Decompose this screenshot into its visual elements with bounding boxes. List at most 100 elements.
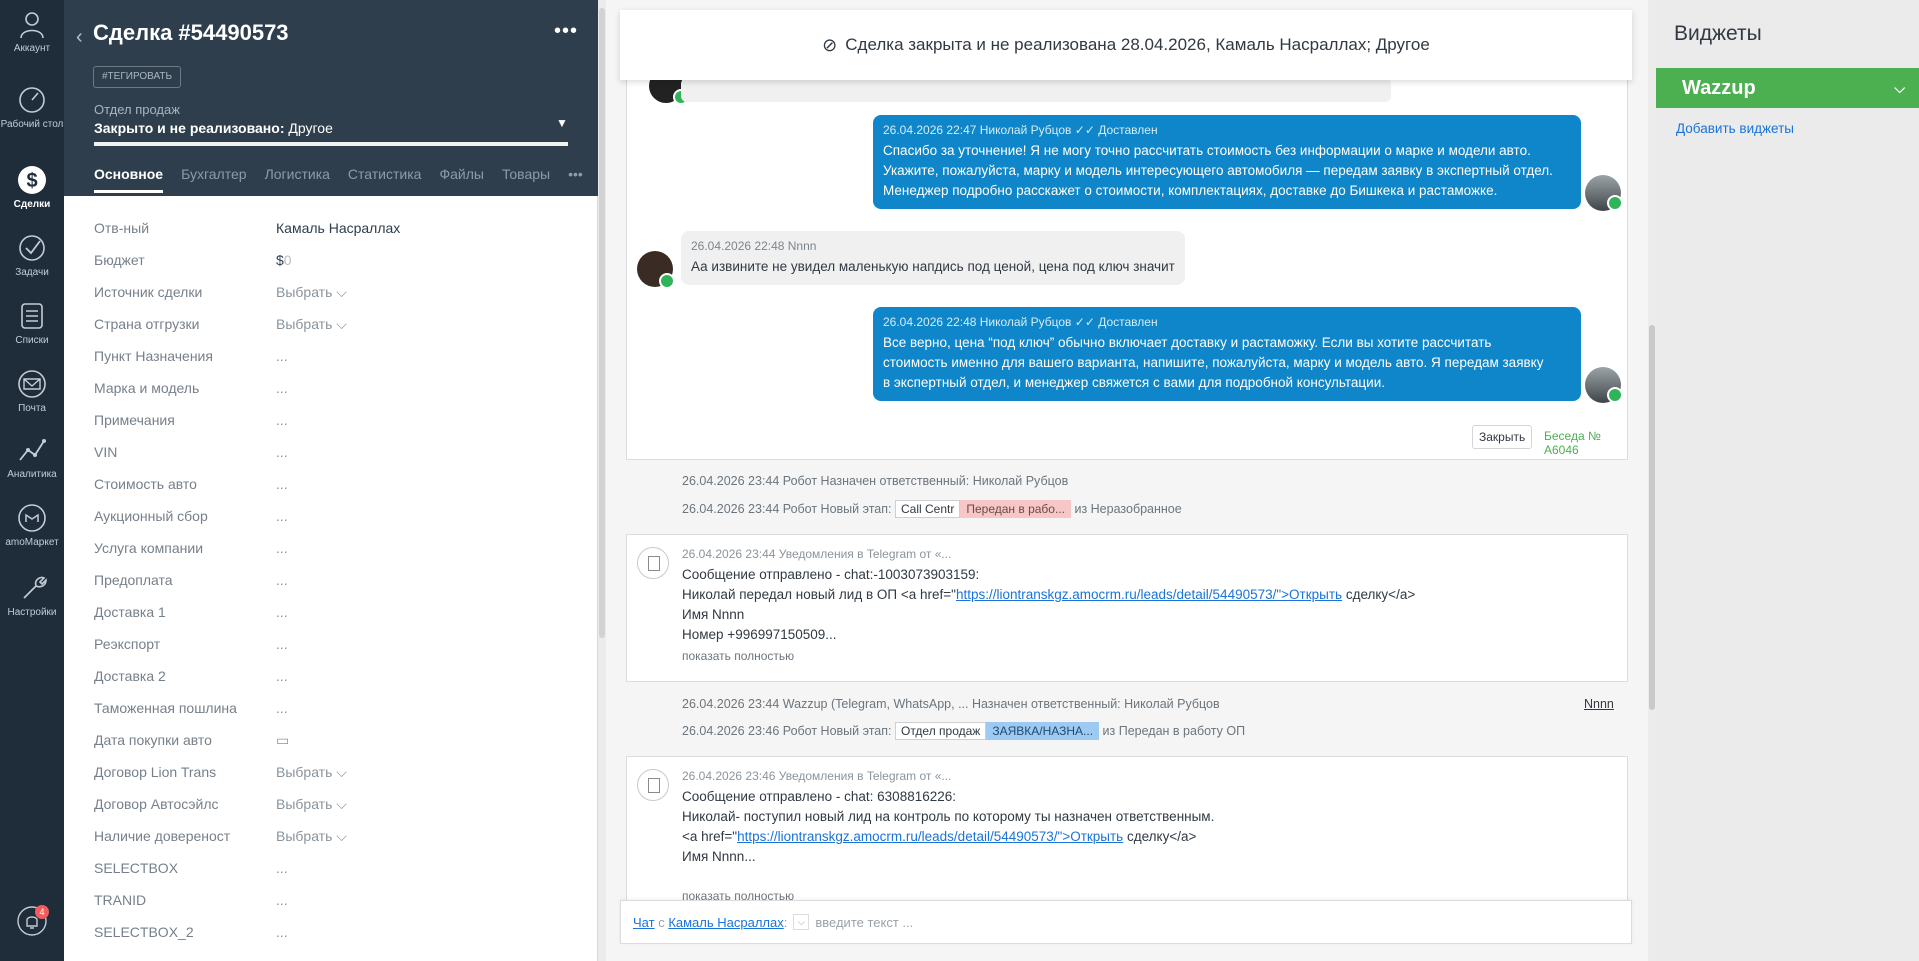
- lead-scrollbar-thumb[interactable]: [599, 8, 605, 638]
- message-outgoing: 26.04.2026 22:47 Николай Рубцов ✓✓ Доста…: [873, 115, 1581, 209]
- tab-main[interactable]: Основное: [94, 166, 164, 193]
- field-row: Примечания...: [94, 404, 574, 436]
- field-value[interactable]: ...: [276, 700, 288, 716]
- note-icon: [637, 769, 669, 801]
- tasks-icon: [19, 235, 45, 261]
- note-line: Имя Nnnn: [682, 607, 745, 622]
- show-more-link[interactable]: показать полностью: [682, 649, 794, 663]
- field-label: Договор Lion Trans: [94, 764, 217, 780]
- tabs-more-button[interactable]: •••: [568, 166, 583, 190]
- field-value[interactable]: ...: [276, 380, 288, 396]
- field-value[interactable]: ...: [276, 348, 288, 364]
- field-value[interactable]: ...: [276, 540, 288, 556]
- nav-item-mail[interactable]: Почта: [0, 368, 64, 414]
- dashboard-icon: [19, 87, 45, 113]
- chevron-down-icon[interactable]: ▼: [556, 116, 568, 130]
- field-row: Договор Автосэйлс Выбрать ⌵: [94, 788, 574, 820]
- field-value[interactable]: ...: [276, 604, 288, 620]
- field-label: Отв-ный: [94, 220, 150, 236]
- nav-item-account[interactable]: Аккаунт: [0, 8, 64, 54]
- nav-label: Настройки: [7, 607, 57, 618]
- nav-item-market[interactable]: amoМаркет: [0, 502, 64, 548]
- nav-label: Списки: [15, 335, 49, 346]
- note-text: Николай передал новый лид в ОП <a href=": [682, 587, 956, 602]
- message-line: в экспертный отдел, и менеджер свяжется …: [883, 375, 1385, 390]
- field-label: Таможенная пошлина: [94, 700, 237, 716]
- message-input[interactable]: введите текст ...: [815, 915, 913, 930]
- field-label: VIN: [94, 444, 118, 460]
- conversation-link[interactable]: Беседа № A6046: [1544, 429, 1627, 457]
- nav-item-analytics[interactable]: Аналитика: [0, 434, 64, 480]
- lead-link[interactable]: https://liontranskgz.amocrm.ru/leads/det…: [956, 587, 1342, 602]
- nav-item-settings[interactable]: Настройки: [0, 572, 64, 618]
- note-text: <a href=": [682, 829, 738, 844]
- chat-input-bar[interactable]: Чат с Камаль Насраллах : ⌵ введите текст…: [620, 900, 1632, 944]
- field-value[interactable]: ...: [276, 444, 288, 460]
- close-conversation-button[interactable]: Закрыть: [1472, 425, 1533, 449]
- field-value[interactable]: $: [276, 252, 284, 268]
- field-select[interactable]: Выбрать ⌵: [276, 284, 347, 301]
- field-value[interactable]: ...: [276, 412, 288, 428]
- field-label: Наличие довереност: [94, 828, 231, 844]
- field-select[interactable]: Выбрать ⌵: [276, 828, 347, 845]
- note-line: Сообщение отправлено - chat:-10030739031…: [682, 567, 980, 582]
- field-row: Страна отгрузки Выбрать ⌵: [94, 308, 574, 340]
- chevron-down-icon[interactable]: ⌵: [793, 914, 810, 930]
- field-row: Марка и модель...: [94, 372, 574, 404]
- field-row: TRANID...: [94, 884, 574, 916]
- pipeline-name: Отдел продаж: [94, 102, 180, 117]
- event-text: 26.04.2026 23:44 Робот Новый этап:: [682, 502, 892, 516]
- field-row: Бюджет $0: [94, 244, 574, 276]
- more-actions-button[interactable]: •••: [554, 20, 578, 43]
- field-label: Пункт Назначения: [94, 348, 213, 364]
- field-select[interactable]: Выбрать ⌵: [276, 764, 347, 781]
- contact-link[interactable]: Камаль Насраллах: [668, 915, 783, 930]
- field-value[interactable]: Камаль Насраллах: [276, 220, 400, 236]
- nav-item-tasks[interactable]: Задачи: [0, 232, 64, 278]
- field-select[interactable]: Выбрать ⌵: [276, 316, 347, 333]
- lead-link[interactable]: https://liontranskgz.amocrm.ru/leads/det…: [737, 829, 1123, 844]
- field-row: SELECTBOX...: [94, 852, 574, 884]
- nav-item-lists[interactable]: Списки: [0, 300, 64, 346]
- field-label: Услуга компании: [94, 540, 204, 556]
- field-value[interactable]: ...: [276, 572, 288, 588]
- nav-item-dashboard[interactable]: Рабочий стол: [0, 84, 64, 130]
- add-widgets-link[interactable]: Добавить виджеты: [1676, 121, 1794, 136]
- tag-button[interactable]: #ТЕГИРОВАТЬ: [93, 66, 182, 88]
- chat-type-link[interactable]: Чат: [633, 915, 655, 930]
- nav-label: Аккаунт: [13, 43, 51, 54]
- note-line: Николай передал новый лид в ОП <a href="…: [682, 585, 1415, 605]
- nav-label: Аналитика: [7, 469, 57, 480]
- message-outgoing: 26.04.2026 22:48 Николай Рубцов ✓✓ Доста…: [873, 307, 1581, 401]
- nav-item-deals[interactable]: $ Сделки: [0, 164, 64, 210]
- tab-logistics[interactable]: Логистика: [265, 166, 330, 190]
- tab-files[interactable]: Файлы: [439, 166, 483, 190]
- field-value[interactable]: ...: [276, 924, 288, 940]
- tab-accounting[interactable]: Бухгалтер: [181, 166, 246, 190]
- tab-products[interactable]: Товары: [502, 166, 550, 190]
- wazzup-widget[interactable]: Wazzup ⌵: [1656, 68, 1919, 108]
- calendar-icon[interactable]: ▭: [276, 732, 289, 749]
- note-card: 26.04.2026 23:44 Уведомления в Telegram …: [626, 534, 1628, 682]
- back-arrow-icon[interactable]: ‹: [76, 26, 83, 49]
- lead-title: Сделка #54490573: [93, 20, 289, 45]
- field-value[interactable]: ...: [276, 860, 288, 876]
- field-value[interactable]: ...: [276, 508, 288, 524]
- whatsapp-icon: [1607, 387, 1623, 403]
- field-select[interactable]: Выбрать ⌵: [276, 796, 347, 813]
- tab-statistics[interactable]: Статистика: [348, 166, 422, 190]
- budget-value[interactable]: 0: [284, 252, 292, 268]
- field-value[interactable]: ...: [276, 668, 288, 684]
- feed: ⊘ Сделка закрыта и не реализована 28.04.…: [606, 0, 1650, 961]
- note-line: Номер +996997150509...: [682, 627, 837, 642]
- mail-icon: [18, 370, 46, 398]
- feed-scrollbar-thumb[interactable]: [1649, 325, 1655, 710]
- field-value[interactable]: ...: [276, 476, 288, 492]
- nav-item-notifications[interactable]: [0, 905, 64, 940]
- user-link[interactable]: Nnnn: [1584, 697, 1614, 711]
- field-value[interactable]: ...: [276, 636, 288, 652]
- chevron-down-icon[interactable]: ⌵: [1894, 68, 1905, 108]
- field-label: Реэкспорт: [94, 636, 161, 652]
- field-value[interactable]: ...: [276, 892, 288, 908]
- stage-select[interactable]: Закрыто и не реализовано: Другое: [94, 120, 333, 136]
